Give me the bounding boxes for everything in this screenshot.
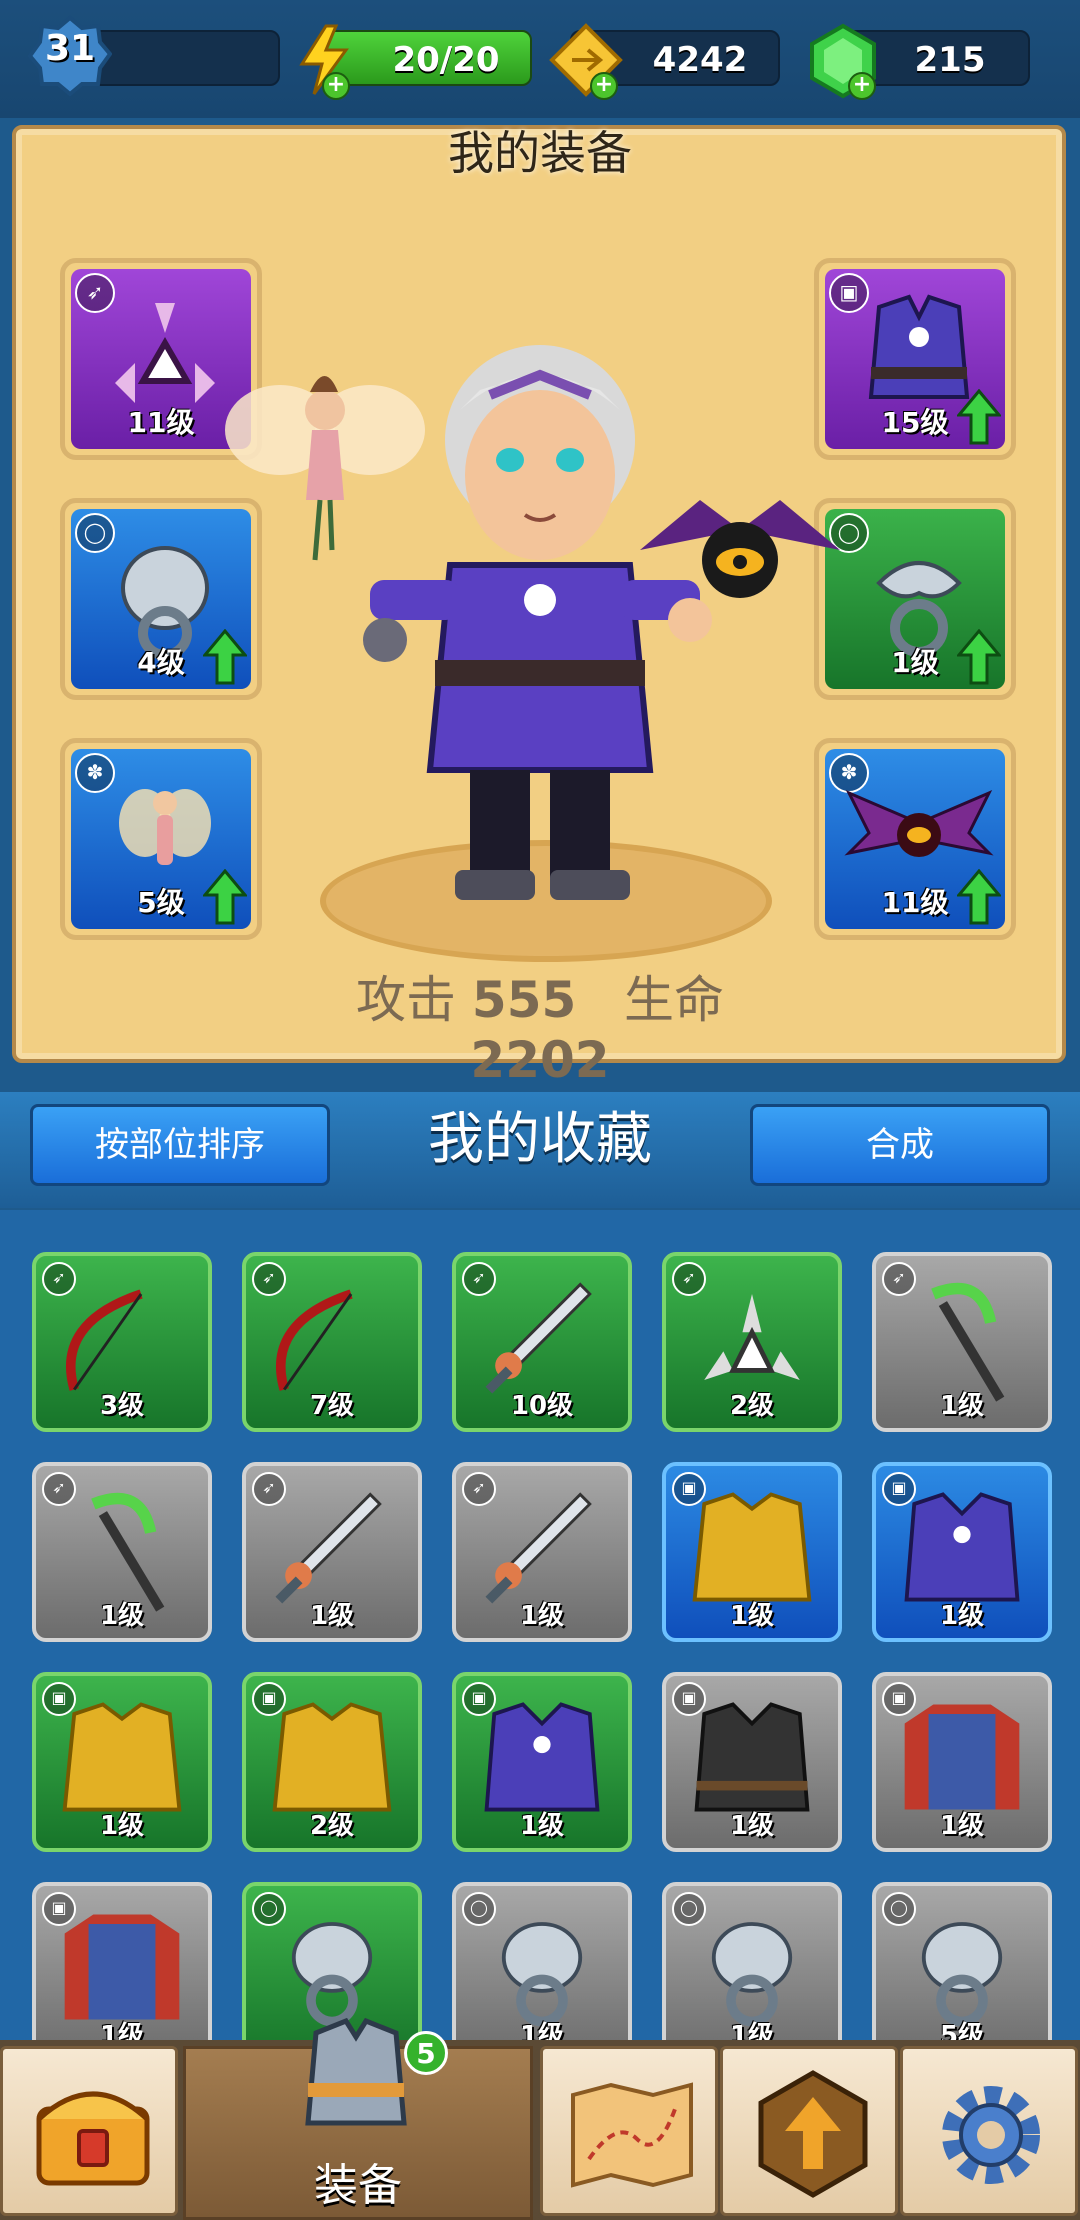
equipment-tab-label: 装备	[314, 2160, 402, 2211]
collection-item[interactable]: ➶ 2级	[662, 1252, 842, 1432]
item-level: 1级	[519, 1601, 565, 1631]
hero-character[interactable]	[220, 300, 880, 920]
upgrade-arrow-icon	[957, 869, 1001, 925]
map-tab[interactable]	[540, 2046, 718, 2216]
settings-icon	[942, 2086, 1040, 2184]
collection-item[interactable]: ▣ 1级	[32, 1882, 212, 2062]
collection-item[interactable]: ➶ 10级	[452, 1252, 632, 1432]
collection-item[interactable]: ▣ 2级	[242, 1672, 422, 1852]
item-level: 1级	[939, 1811, 985, 1841]
hp-value: 2202	[470, 1031, 610, 1089]
gold-add-icon[interactable]: +	[590, 72, 618, 100]
collection-item[interactable]: ▣ 1级	[452, 1672, 632, 1852]
collection-title: 我的收藏	[428, 1107, 652, 1172]
attack-value: 555	[471, 971, 577, 1029]
settings-tab[interactable]	[900, 2046, 1078, 2216]
upgrade-icon	[758, 2070, 868, 2198]
energy-value: 20/20	[392, 40, 500, 80]
item-level: 1级	[99, 1811, 145, 1841]
collection-item[interactable]: ◯ 1级	[452, 1882, 632, 2062]
collection-item[interactable]: ➶ 1级	[32, 1462, 212, 1642]
item-level: 2级	[729, 1391, 775, 1421]
level-badge-icon[interactable]: 31	[27, 14, 113, 98]
armor-icon	[305, 2017, 407, 2126]
gem-add-icon[interactable]: +	[848, 72, 876, 100]
upgrade-arrow-icon	[957, 629, 1001, 685]
hero-stats: 攻击 555 生命 2202	[280, 970, 800, 1089]
collection-item[interactable]: ▣ 1级	[872, 1462, 1052, 1642]
attack-label: 攻击	[356, 971, 457, 1029]
energy-add-icon[interactable]: +	[322, 72, 350, 100]
treasure-chest-icon	[36, 2091, 150, 2186]
item-level: 10级	[510, 1391, 574, 1421]
collection-item[interactable]: ▣ 1级	[662, 1462, 842, 1642]
sort-by-slot-button[interactable]: 按部位排序	[30, 1104, 330, 1186]
equipment-title: 我的装备	[448, 126, 632, 180]
item-level: 1级	[939, 1391, 985, 1421]
collection-item[interactable]: ◯ 5级	[872, 1882, 1052, 2062]
item-level: 1级	[729, 1601, 775, 1631]
upgrade-arrow-icon	[957, 389, 1001, 445]
collection-item[interactable]: ➶ 7级	[242, 1252, 422, 1432]
item-level: 1级	[99, 1601, 145, 1631]
collection-item[interactable]: ▣ 1级	[32, 1672, 212, 1852]
collection-item[interactable]: ▣ 1级	[662, 1672, 842, 1852]
collection-item[interactable]: ➶ 1级	[872, 1252, 1052, 1432]
collection-item[interactable]: ➶ 1级	[242, 1462, 422, 1642]
fairy-companion	[225, 376, 425, 561]
shuriken-icon	[115, 303, 215, 403]
merge-button[interactable]: 合成	[750, 1104, 1050, 1186]
paw-category-icon: ✽	[75, 753, 115, 793]
equipment-badge: 5	[404, 2031, 448, 2075]
hp-label: 生命	[623, 971, 724, 1029]
collection-item[interactable]: ◯ 1级	[662, 1882, 842, 2062]
item-level: 7级	[309, 1391, 355, 1421]
upgrade-tab[interactable]	[720, 2046, 898, 2216]
item-level: 1级	[519, 1811, 565, 1841]
treasure-chest-tab[interactable]	[0, 2046, 178, 2216]
equipment-tab[interactable]: 5 装备	[183, 2017, 533, 2220]
item-level: 1级	[939, 1601, 985, 1631]
map-icon	[571, 2082, 693, 2188]
collection-item[interactable]: ➶ 1级	[452, 1462, 632, 1642]
item-level: 1级	[729, 1811, 775, 1841]
item-level: 3级	[99, 1391, 145, 1421]
level-value: 31	[44, 28, 96, 69]
item-level: 1级	[309, 1601, 355, 1631]
collection-item[interactable]: ➶ 3级	[32, 1252, 212, 1432]
item-level: 2级	[309, 1811, 355, 1841]
collection-item[interactable]: ▣ 1级	[872, 1672, 1052, 1852]
